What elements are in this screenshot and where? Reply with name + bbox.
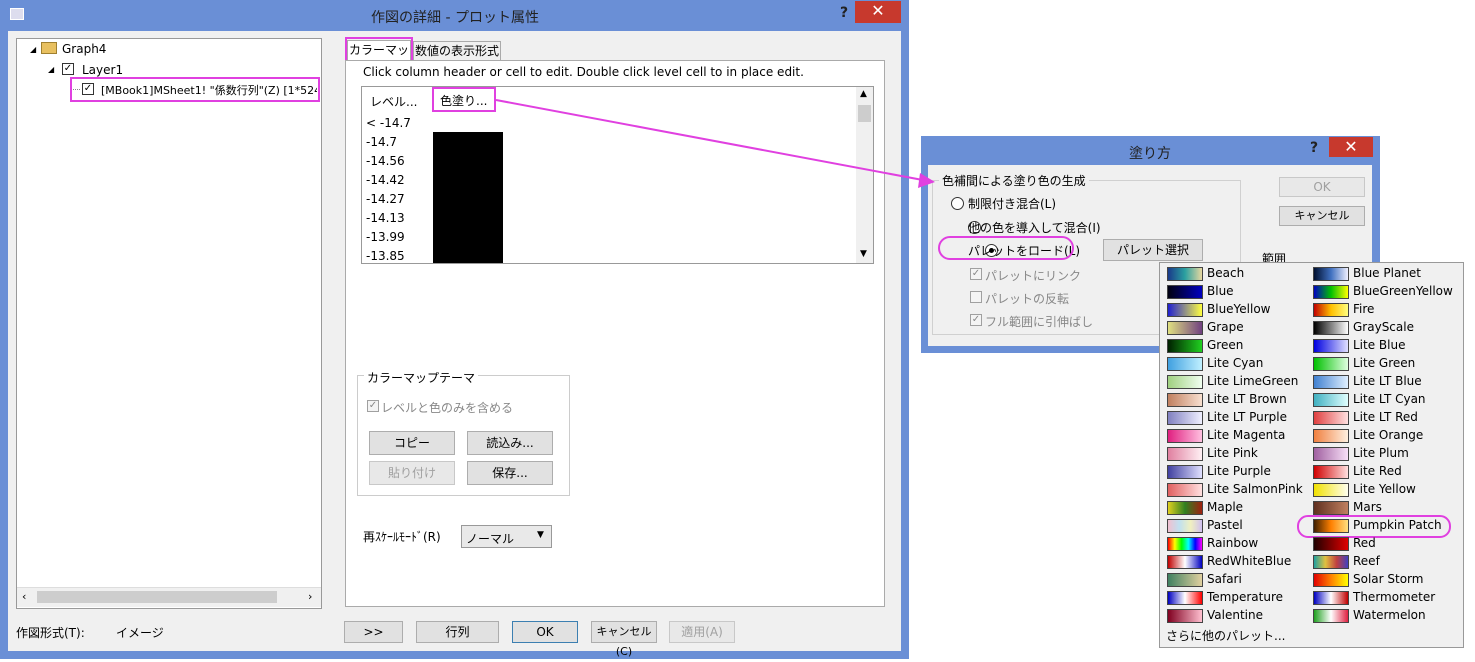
palette-swatch [1167,267,1203,281]
palette-label: Lite Pink [1207,446,1258,460]
palette-swatch [1313,339,1349,353]
palette-swatch [1313,375,1349,389]
palette-swatch [1167,465,1203,479]
palette-swatch [1167,321,1203,335]
palette-swatch [1313,285,1349,299]
palette-label: Lite Green [1353,356,1416,370]
arrow-head [918,173,935,188]
palette-label: Lite Yellow [1353,482,1416,496]
palette-label: Temperature [1207,590,1284,604]
palette-label: Blue Planet [1353,266,1421,280]
palette-label: Safari [1207,572,1242,586]
palette-label: Lite LT Cyan [1353,392,1426,406]
palette-label: BlueGreenYellow [1353,284,1453,298]
palette-label: Fire [1353,302,1375,316]
palette-swatch [1167,393,1203,407]
palette-label: GrayScale [1353,320,1414,334]
arrow-line [495,99,929,182]
palette-swatch [1313,357,1349,371]
palette-label: Pumpkin Patch [1353,518,1442,532]
palette-label: Grape [1207,320,1244,334]
palette-swatch [1313,303,1349,317]
palette-swatch [1313,465,1349,479]
palette-label: Solar Storm [1353,572,1424,586]
palette-swatch [1167,375,1203,389]
palette-label: Red [1353,536,1376,550]
palette-label: Watermelon [1353,608,1426,622]
palette-swatch [1167,555,1203,569]
palette-swatch [1313,447,1349,461]
palette-swatch [1313,609,1349,623]
palette-label: Lite Orange [1353,428,1424,442]
palette-label: Green [1207,338,1244,352]
palette-label: Blue [1207,284,1234,298]
palette-label: Lite LT Purple [1207,410,1287,424]
palette-label: Lite Purple [1207,464,1271,478]
palette-swatch [1167,429,1203,443]
palette-label: RedWhiteBlue [1207,554,1292,568]
palette-swatch [1313,411,1349,425]
palette-swatch [1313,429,1349,443]
palette-swatch [1167,609,1203,623]
palette-swatch [1167,501,1203,515]
palette-swatch [1313,267,1349,281]
palette-swatch [1167,483,1203,497]
palette-swatch [1167,519,1203,533]
palette-label: BlueYellow [1207,302,1271,316]
palette-swatch [1313,519,1349,533]
palette-swatch [1167,357,1203,371]
palette-label: Reef [1353,554,1380,568]
palette-swatch [1167,591,1203,605]
palette-swatch [1167,573,1203,587]
palette-label: Lite LimeGreen [1207,374,1299,388]
palette-swatch [1313,501,1349,515]
palette-swatch [1313,537,1349,551]
palette-label: Rainbow [1207,536,1259,550]
palette-label: Lite Blue [1353,338,1406,352]
palette-swatch [1313,573,1349,587]
palette-swatch [1313,393,1349,407]
palette-label: Lite LT Blue [1353,374,1422,388]
palette-swatch [1313,555,1349,569]
palette-swatch [1167,303,1203,317]
palette-label: Lite SalmonPink [1207,482,1303,496]
palette-label: Mars [1353,500,1382,514]
palette-swatch [1167,339,1203,353]
palette-swatch [1167,447,1203,461]
palette-swatch [1313,321,1349,335]
palette-label: Lite LT Red [1353,410,1418,424]
palette-label: Maple [1207,500,1244,514]
palette-label: Lite Magenta [1207,428,1286,442]
palette-swatch [1167,285,1203,299]
palette-label: Lite Cyan [1207,356,1264,370]
palette-swatch [1313,591,1349,605]
palette-label: Lite Red [1353,464,1402,478]
palette-label: Pastel [1207,518,1243,532]
palette-swatch [1167,411,1203,425]
palette-label: Lite Plum [1353,446,1409,460]
palette-swatch [1167,537,1203,551]
palette-swatch [1313,483,1349,497]
palette-label: Lite LT Brown [1207,392,1287,406]
palette-label: Thermometer [1353,590,1436,604]
palette-label: Beach [1207,266,1245,280]
palette-label: Valentine [1207,608,1263,622]
